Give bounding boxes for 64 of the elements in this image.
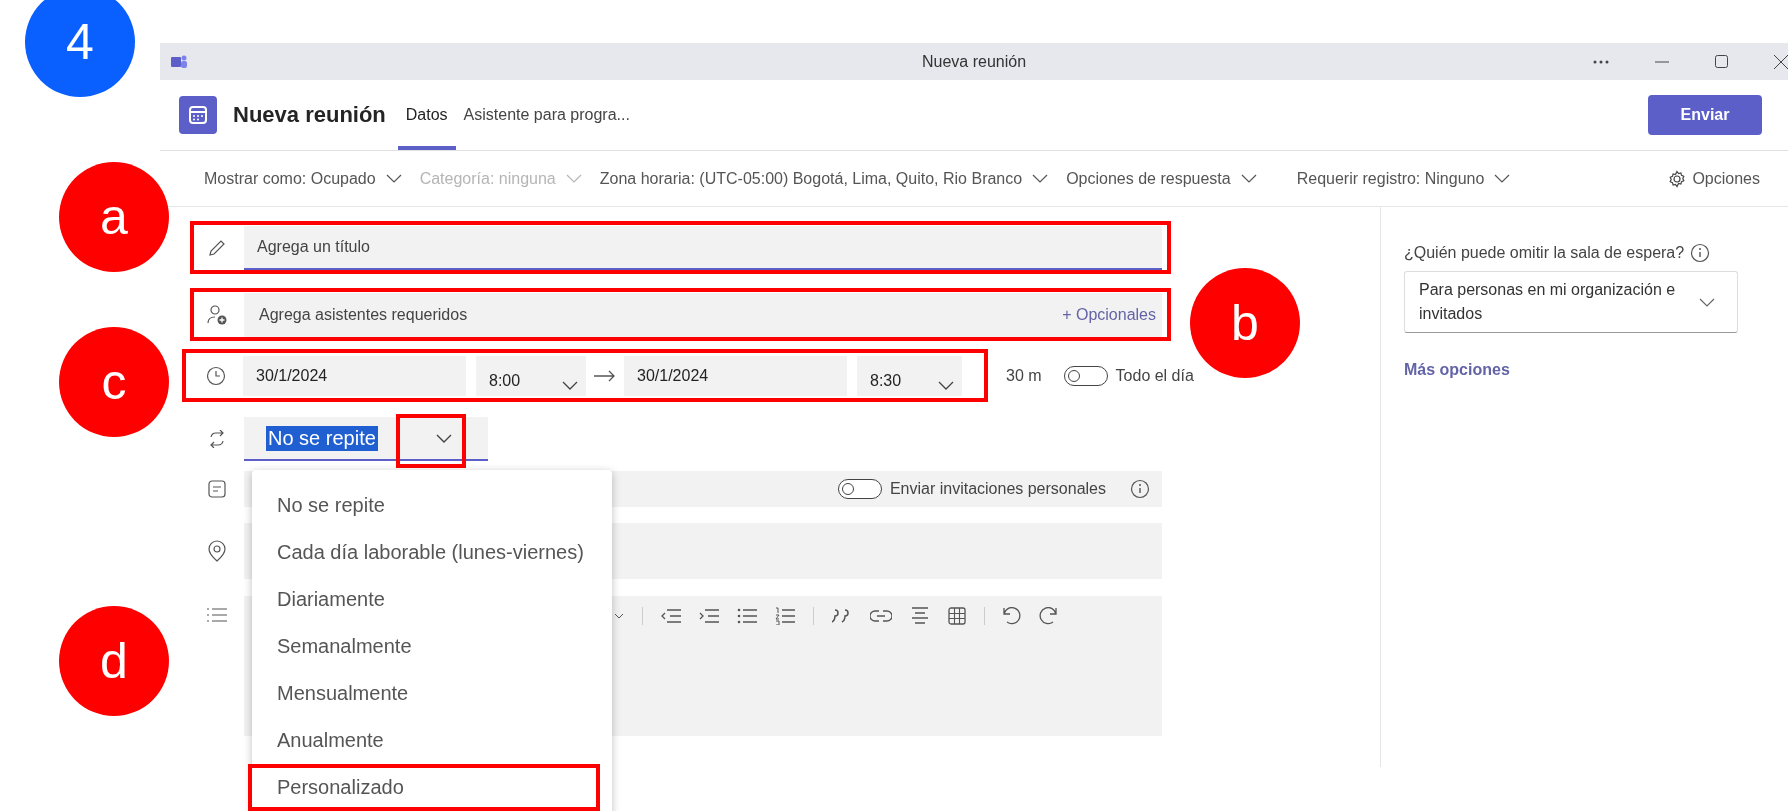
menu-item[interactable]: Semanalmente [252, 623, 612, 670]
tab[interactable]: Asistente para progra... [455, 80, 638, 150]
repeat-dropdown[interactable]: No se repite [244, 417, 488, 461]
all-day-toggle[interactable] [1063, 365, 1108, 386]
maximize-icon[interactable] [1715, 55, 1728, 68]
link-icon[interactable] [870, 610, 892, 622]
start-time-dropdown[interactable]: 8:00 [476, 355, 586, 396]
meeting-title: Nueva reunión [233, 102, 386, 128]
start-date-field[interactable]: 30/1/2024 [243, 355, 466, 396]
chevron-down-icon [1699, 297, 1715, 307]
quote-icon[interactable] [832, 609, 852, 623]
option-dropdown[interactable]: Requerir registro: Ninguno [1296, 169, 1511, 188]
menu-item[interactable]: Diariamente [252, 576, 612, 623]
bullet-list-icon[interactable] [737, 608, 757, 624]
chevron-down-icon[interactable] [614, 613, 624, 619]
more-icon[interactable] [1593, 59, 1609, 64]
window-title: Nueva reunión [922, 52, 1027, 71]
chevron-down-icon [1494, 174, 1511, 183]
duration-text: 30 m [1006, 366, 1042, 385]
calendar-icon [179, 96, 217, 134]
menu-item[interactable]: Anualmente [252, 717, 612, 764]
tab[interactable]: Datos [397, 80, 456, 150]
outdent-icon[interactable] [661, 608, 681, 624]
option-dropdown[interactable]: Zona horaria: (UTC-05:00) Bogotá, Lima, Quito, Rio Branco [599, 169, 1049, 188]
annotation-badge: a [59, 162, 169, 272]
lobby-label: ¿Quién puede omitir la sala de espera? [1404, 244, 1685, 262]
chevron-down-icon [1032, 174, 1049, 183]
align-center-icon[interactable] [910, 606, 930, 626]
chevron-down-icon [1240, 174, 1257, 183]
app-logo-icon [170, 53, 188, 70]
settings-icon [1668, 169, 1687, 188]
undo-icon[interactable] [1003, 607, 1021, 625]
step-badge: 4 [25, 0, 135, 97]
option-dropdown[interactable]: Mostrar como: Ocupado [204, 169, 402, 188]
close-icon[interactable] [1774, 54, 1788, 69]
menu-item[interactable]: Personalizado [248, 764, 600, 811]
end-date-field[interactable]: 30/1/2024 [624, 355, 847, 396]
redo-icon[interactable] [1039, 607, 1057, 625]
menu-item[interactable]: Cada día laborable (lunes-viernes) [252, 529, 612, 576]
title-field[interactable]: Agrega un título [244, 225, 1162, 270]
menu-item[interactable]: Mensualmente [252, 670, 612, 717]
numbered-list-icon[interactable] [775, 607, 795, 625]
settings-button[interactable]: Opciones [1668, 169, 1760, 188]
annotation-badge: c [59, 327, 169, 437]
chevron-down-icon [436, 433, 452, 443]
optional-attendees-link[interactable]: + Opcionales [1062, 305, 1156, 324]
option-dropdown[interactable]: Opciones de respuesta [1066, 169, 1257, 188]
arrow-right-icon [594, 369, 616, 382]
annotation-badge: d [59, 606, 169, 716]
personal-invites-toggle[interactable] [837, 479, 882, 499]
end-time-dropdown[interactable]: 8:30 [857, 355, 962, 396]
attendees-field[interactable]: Agrega asistentes requeridos + Opcionales [244, 292, 1162, 337]
table-icon[interactable] [948, 607, 966, 625]
send-button[interactable]: Enviar [1648, 95, 1762, 135]
chevron-down-icon [938, 380, 954, 390]
lobby-dropdown[interactable]: Para personas en mi organización e invitados [1404, 271, 1738, 333]
personal-invites-label: Enviar invitaciones personales [889, 480, 1106, 498]
more-options-link[interactable]: Más opciones [1404, 361, 1788, 379]
info-icon[interactable] [1690, 243, 1711, 263]
info-icon[interactable] [1130, 479, 1150, 499]
chevron-down-icon [385, 174, 402, 183]
indent-icon[interactable] [699, 608, 719, 624]
chevron-down-icon [565, 174, 582, 183]
chevron-down-icon [562, 380, 578, 390]
